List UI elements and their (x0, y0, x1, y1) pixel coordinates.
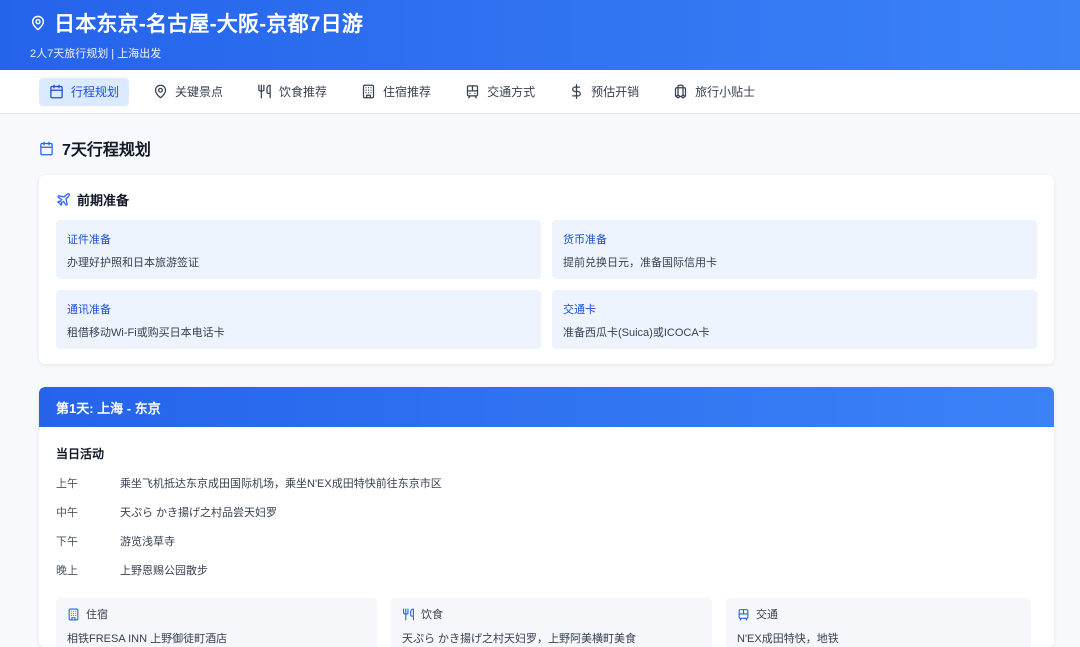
info-label: 交通 (756, 609, 778, 621)
page-title: 日本东京-名古屋-大阪-京都7日游 (54, 13, 364, 36)
day-card: 第1天: 上海 - 东京 当日活动 上午 乘坐飞机抵达东京成田国际机场，乘坐N'… (39, 387, 1054, 647)
building-icon (67, 608, 80, 621)
tab-label: 行程规划 (71, 85, 120, 99)
activity-row: 晚上 上野恩赐公园散步 (56, 562, 1037, 578)
info-accommodation: 住宿 相铁FRESA INN 上野御徒町酒店 (56, 598, 377, 647)
info-value: 天ぷら かき揚げ之村天妇罗，上野阿美横町美食 (402, 633, 637, 645)
tab-tips[interactable]: 旅行小贴士 (663, 78, 765, 106)
train-icon (465, 84, 480, 99)
tab-budget[interactable]: 预估开销 (559, 78, 649, 106)
prep-item-documents: 证件准备 办理好护照和日本旅游签证 (56, 220, 541, 279)
utensils-icon (402, 608, 415, 621)
page-subtitle: 2人7天旅行规划 | 上海出发 (30, 48, 162, 60)
info-food: 饮食 天ぷら かき揚げ之村天妇罗，上野阿美横町美食 (391, 598, 712, 647)
tab-label: 交通方式 (487, 85, 536, 99)
prep-item-value: 提前兑换日元，准备国际信用卡 (563, 257, 717, 269)
activity-time: 下午 (56, 536, 78, 548)
prep-item-currency: 货币准备 提前兑换日元，准备国际信用卡 (552, 220, 1037, 279)
info-value: N'EX成田特快，地铁 (737, 633, 839, 645)
activity-text: 游览浅草寺 (120, 536, 175, 548)
prep-item-transit-card: 交通卡 准备西瓜卡(Suica)或ICOCA卡 (552, 290, 1037, 349)
map-pin-icon (153, 84, 168, 99)
train-icon (737, 608, 750, 621)
section-title-text: 7天行程规划 (62, 142, 151, 159)
prep-item-value: 租借移动Wi-Fi或购买日本电话卡 (67, 327, 225, 339)
tab-bar: 行程规划 关键景点 饮食推荐 住宿推荐 交通方式 预估开销 旅行小贴士 (0, 70, 1080, 114)
prep-item-value: 办理好护照和日本旅游签证 (67, 257, 199, 269)
activity-time: 晚上 (56, 565, 78, 577)
tab-food[interactable]: 饮食推荐 (247, 78, 337, 106)
tab-attractions[interactable]: 关键景点 (143, 78, 233, 106)
activity-time: 上午 (56, 478, 78, 490)
dollar-icon (569, 84, 584, 99)
calendar-icon (39, 141, 54, 156)
tab-label: 关键景点 (175, 85, 224, 99)
info-transport: 交通 N'EX成田特快，地铁 (726, 598, 1031, 647)
prep-item-value: 准备西瓜卡(Suica)或ICOCA卡 (563, 327, 710, 339)
activity-row: 上午 乘坐飞机抵达东京成田国际机场，乘坐N'EX成田特快前往东京市区 (56, 475, 1037, 491)
plane-icon (56, 192, 71, 207)
section-title: 7天行程规划 (39, 136, 151, 160)
tab-transport[interactable]: 交通方式 (455, 78, 545, 106)
map-pin-icon (30, 14, 46, 32)
activity-text: 天ぷら かき揚げ之村品尝天妇罗 (120, 507, 278, 519)
activity-row: 下午 游览浅草寺 (56, 533, 1037, 549)
utensils-icon (257, 84, 272, 99)
tab-label: 饮食推荐 (279, 85, 328, 99)
info-label: 住宿 (86, 609, 108, 621)
info-value: 相铁FRESA INN 上野御徒町酒店 (67, 633, 228, 645)
tab-itinerary[interactable]: 行程规划 (39, 77, 130, 106)
tab-hotels[interactable]: 住宿推荐 (351, 78, 441, 106)
info-label: 饮食 (421, 609, 443, 621)
tab-label: 预估开销 (591, 85, 640, 99)
activity-text: 乘坐飞机抵达东京成田国际机场，乘坐N'EX成田特快前往东京市区 (120, 478, 442, 490)
luggage-icon (673, 84, 688, 99)
tab-label: 住宿推荐 (383, 85, 432, 99)
activity-time: 中午 (56, 507, 78, 519)
prep-item-communication: 通讯准备 租借移动Wi-Fi或购买日本电话卡 (56, 290, 541, 349)
day-header[interactable]: 第1天: 上海 - 东京 (39, 387, 1054, 427)
tab-label: 旅行小贴士 (695, 85, 756, 99)
prep-item-label: 通讯准备 (67, 304, 111, 316)
prep-header: 前期准备 (56, 190, 1037, 209)
prep-card: 前期准备 证件准备 办理好护照和日本旅游签证 货币准备 提前兑换日元，准备国际信… (39, 175, 1054, 364)
prep-item-label: 货币准备 (563, 234, 607, 246)
building-icon (361, 84, 376, 99)
activities-title: 当日活动 (56, 447, 105, 461)
prep-item-label: 证件准备 (67, 234, 111, 246)
calendar-icon (49, 84, 64, 99)
prep-title: 前期准备 (77, 193, 130, 208)
activity-text: 上野恩赐公园散步 (120, 565, 208, 577)
page-header: 日本东京-名古屋-大阪-京都7日游 2人7天旅行规划 | 上海出发 (0, 0, 1080, 70)
activity-row: 中午 天ぷら かき揚げ之村品尝天妇罗 (56, 504, 1037, 520)
prep-item-label: 交通卡 (563, 304, 596, 316)
